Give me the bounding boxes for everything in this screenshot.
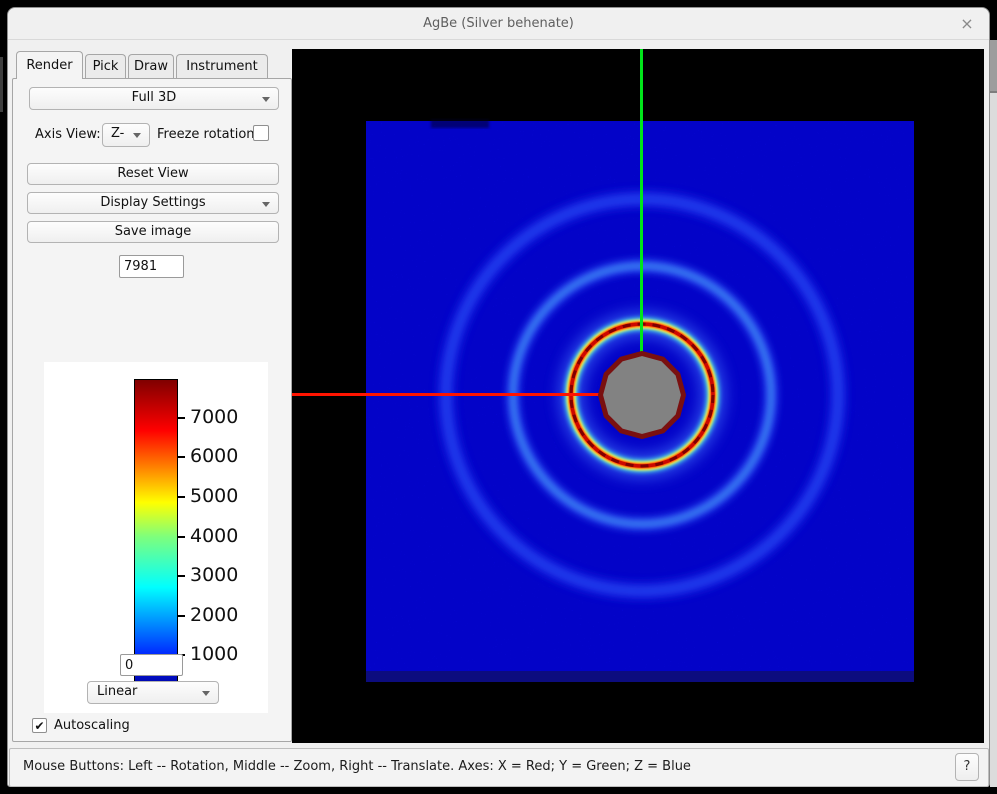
window-title: AgBe (Silver behenate)	[423, 16, 574, 31]
colorbar-gradient	[134, 379, 178, 695]
axis-view-label: Axis View:	[35, 127, 101, 142]
save-image-button[interactable]: Save image	[27, 221, 279, 243]
colorbar-tick	[178, 536, 185, 538]
display-settings-button[interactable]: Display Settings	[27, 192, 279, 214]
freeze-rotation-label: Freeze rotation	[157, 127, 255, 142]
help-button[interactable]: ?	[955, 753, 979, 781]
chevron-down-icon	[202, 691, 210, 696]
colorbar-tick-label: 4000	[190, 525, 238, 547]
title-bar[interactable]: AgBe (Silver behenate) ×	[8, 8, 989, 40]
detector-top-smudge	[431, 119, 489, 128]
chevron-down-icon	[133, 133, 141, 138]
colorbar-tick	[178, 456, 185, 458]
render-tab-panel: Full 3D Axis View: Z- Freeze rotation Re…	[12, 78, 292, 742]
chevron-down-icon	[262, 97, 270, 102]
colorbar-tick-label: 3000	[190, 564, 238, 586]
display-settings-label: Display Settings	[100, 195, 205, 210]
app-window: AgBe (Silver behenate) × Render Pick Dra…	[7, 7, 990, 787]
chevron-down-icon	[262, 202, 270, 207]
tab-pick[interactable]: Pick	[85, 54, 126, 79]
colorbar-tick	[178, 417, 185, 419]
tab-instrument[interactable]: Instrument	[176, 54, 268, 79]
colorbar-tick-label: 1000	[190, 643, 238, 665]
screen-edge-scrollbar[interactable]	[990, 40, 997, 787]
axis-view-select[interactable]: Z-	[102, 123, 150, 147]
reset-view-button[interactable]: Reset View	[27, 163, 279, 185]
colorbar-tick-label: 5000	[190, 485, 238, 507]
colorbar-tick	[178, 496, 185, 498]
detector-bottom-edge	[366, 671, 914, 682]
projection-mode-select[interactable]: Full 3D	[29, 87, 279, 110]
colorbar-tick	[178, 575, 185, 577]
tab-render[interactable]: Render	[16, 51, 83, 79]
colorbar-tick-label: 6000	[190, 445, 238, 467]
status-text: Mouse Buttons: Left -- Rotation, Middle …	[23, 759, 691, 774]
freeze-rotation-checkbox[interactable]	[253, 125, 269, 141]
tab-draw[interactable]: Draw	[128, 54, 174, 79]
scale-mode-value: Linear	[97, 684, 137, 699]
colormap-max-input[interactable]	[119, 255, 184, 278]
scale-mode-select[interactable]: Linear	[87, 681, 219, 704]
colorbar-tick-label: 2000	[190, 604, 238, 626]
render-viewport[interactable]	[292, 49, 984, 743]
axis-view-value: Z-	[111, 126, 124, 141]
colormap-min-input[interactable]	[120, 654, 183, 676]
colorbar-tick-label: 7000	[190, 406, 238, 428]
colorbar-tick	[178, 615, 185, 617]
scrollbar-thumb[interactable]	[990, 40, 997, 93]
projection-mode-value: Full 3D	[132, 90, 177, 105]
background-window-sliver	[0, 57, 3, 112]
detector-3d-scene	[292, 49, 984, 743]
autoscaling-label: Autoscaling	[54, 718, 130, 733]
autoscaling-checkbox[interactable]: ✔	[32, 718, 47, 733]
status-bar: Mouse Buttons: Left -- Rotation, Middle …	[9, 748, 989, 787]
beamstop-polygon	[601, 354, 684, 437]
close-icon[interactable]: ×	[957, 14, 977, 34]
